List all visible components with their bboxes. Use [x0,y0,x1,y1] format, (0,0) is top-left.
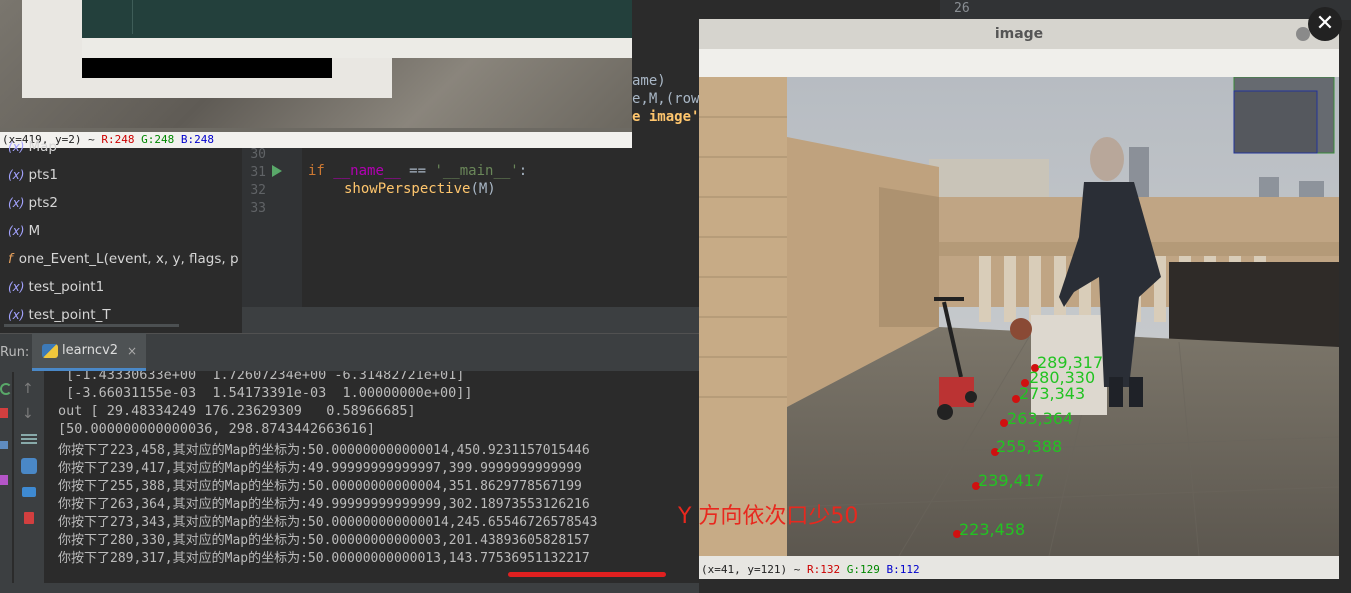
red-annotation-text: Y 方向依次口少50 [678,504,859,529]
structure-item-pts1[interactable]: (x) pts1 [8,167,58,183]
function-call: showPerspective [344,181,471,197]
camera-scene: 289,317 280,330 273,343 263,364 255,388 … [699,77,1339,556]
variable-icon: (x) [8,224,25,238]
variable-icon: (x) [8,280,25,294]
structure-item-label: M [28,223,41,239]
console-line: 你按下了280,330,其对应的Map的坐标为:50.0000000000000… [58,533,590,548]
run-tab-learncv2[interactable]: learncv2 × [32,333,146,371]
run-gutter-icon[interactable] [272,165,282,177]
top-image-status-bar: (x=419, y=2) ~ R:248 G:248 B:248 [0,132,632,148]
structure-item-label: pts2 [28,195,58,211]
run-tool-column [14,371,44,593]
partial-code-line: e image' [632,109,700,125]
console-line: [50.000000000000036, 298.8743442663616] [58,421,375,437]
operator: == [400,163,435,179]
structure-scrollbar[interactable] [4,324,179,327]
up-arrow-icon[interactable]: ↑ [22,381,34,397]
function-icon: f [8,251,13,267]
top-status-r: R:248 [101,133,135,146]
variable-icon: (x) [8,140,25,154]
partial-code-line: ame) [632,73,666,89]
string-main: '__main__' [434,163,519,179]
structure-item-label: test_point1 [28,279,105,295]
console-line: out [ 29.48334249 176.23629309 0.5896668… [58,403,416,419]
point-label: 255,388 [996,437,1062,456]
point-label: 223,458 [959,520,1025,539]
top-image-teal-region [82,0,632,38]
image-status-r: R:132 [806,563,841,576]
console-line: 你按下了273,343,其对应的Map的坐标为:50.0000000000000… [58,515,598,530]
image-status-b: B:112 [886,563,920,576]
line-number: 32 [250,183,266,198]
structure-item-m[interactable]: (x) M [8,223,40,239]
right-editor-strip: 26 [940,0,1351,20]
console-line: 你按下了239,417,其对应的Map的坐标为:49.9999999999999… [58,461,582,476]
variable-icon: (x) [8,168,25,182]
line-number: 30 [250,147,266,162]
soft-wrap-icon[interactable] [21,434,37,436]
down-arrow-icon[interactable]: ↓ [22,406,34,422]
console-line: 你按下了289,317,其对应的Map的坐标为:50.0000000000001… [58,551,590,566]
stop-icon[interactable] [0,408,8,418]
structure-item-map[interactable]: (x) Map [8,139,57,155]
image-status-bar: (x=41, y=121) ~ R:132 G:129 B:112 [699,556,1339,578]
variable-icon: (x) [8,308,25,322]
dunder-name: __name__ [333,163,401,179]
trash-icon[interactable] [24,512,34,524]
close-icon[interactable]: ✕ [1308,7,1342,41]
call-args: (M) [470,181,496,197]
image-status-coords: (x=41, y=121) ~ [701,563,801,576]
camera-image[interactable]: 289,317 280,330 273,343 263,364 255,388 … [699,77,1339,556]
keyword-if: if [308,163,325,179]
top-status-b: B:248 [180,133,214,146]
close-tab-icon[interactable]: × [127,344,137,358]
partial-code-line: e,M,(row [632,91,700,107]
image-window-toolbar [699,49,1339,77]
code-line-32: showPerspective(M) [344,181,496,197]
line-number: 31 [250,165,266,180]
red-underline-annotation [508,572,666,577]
layout-icon[interactable] [0,441,8,449]
python-icon [42,344,58,358]
right-edge-panel [1339,20,1351,593]
point-label: 273,343 [1019,384,1085,403]
colon: : [518,163,528,179]
top-image-black-bar [82,58,332,78]
top-image-window[interactable]: (x=419, y=2) ~ R:248 G:248 B:248 [0,0,632,148]
line-number: 33 [250,201,266,216]
status-strip [0,583,699,593]
editor-bottom-bar [242,307,699,333]
console-line: [-3.66031155e-03 1.54173391e-03 1.000000… [58,385,473,401]
structure-item-label: one_Event_L(event, x, y, flags, p [18,251,239,267]
scroll-to-end-icon[interactable] [21,458,37,474]
top-status-g: G:248 [141,133,175,146]
image-window-title[interactable]: image [699,19,1339,49]
structure-item-test-point1[interactable]: (x) test_point1 [8,279,104,295]
structure-item-label: test_point_T [28,307,111,323]
console-line: 你按下了263,364,其对应的Map的坐标为:49.9999999999999… [58,497,590,512]
structure-item-pts2[interactable]: (x) pts2 [8,195,58,211]
point-label: 239,417 [978,471,1044,490]
console-output[interactable]: [-1.43330633e+00 1.72607234e+00 -6.31482… [44,371,699,583]
run-label: Run: [0,345,30,360]
structure-item-one-event-l[interactable]: f one_Event_L(event, x, y, flags, p [8,251,239,267]
pin-icon[interactable] [0,475,8,485]
right-line-number: 26 [954,1,970,16]
top-image-teal-line [132,0,133,34]
top-image-beige-band [82,38,632,58]
code-line-31: if __name__ == '__main__': [308,163,527,179]
console-line: 你按下了255,388,其对应的Map的坐标为:50.0000000000000… [58,479,582,494]
console-line: 你按下了223,458,其对应的Map的坐标为:50.0000000000000… [58,443,590,458]
print-icon[interactable] [22,487,36,497]
point-label: 263,364 [1007,409,1073,428]
variable-icon: (x) [8,196,25,210]
structure-item-test-point-t[interactable]: (x) test_point_T [8,307,111,323]
image-status-g: G:129 [846,563,880,576]
structure-item-label: pts1 [28,167,58,183]
structure-item-label: Map [28,139,57,155]
console-line: [-1.43330633e+00 1.72607234e+00 -6.31482… [58,371,465,383]
rerun-icon[interactable] [0,383,12,395]
run-tab-label: learncv2 [62,343,119,358]
